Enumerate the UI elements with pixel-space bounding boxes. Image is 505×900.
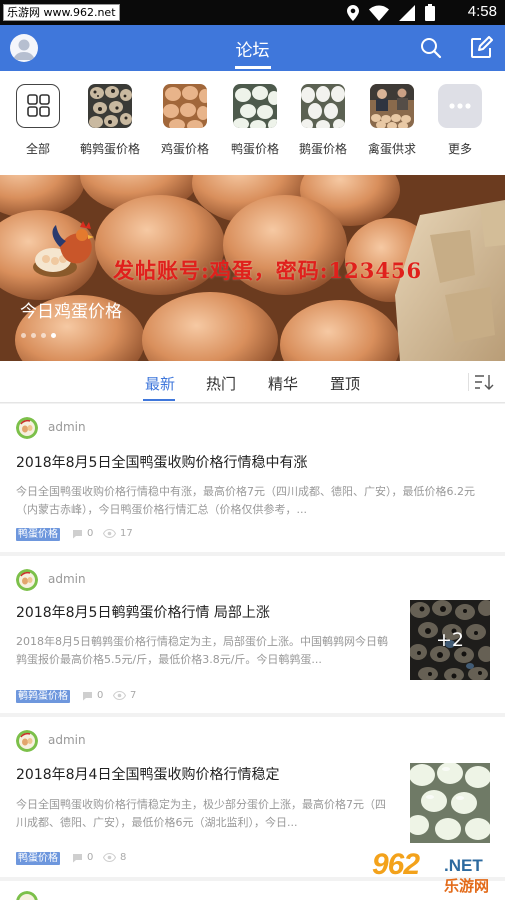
watermark-net: .NET: [444, 856, 483, 875]
eye-icon: [113, 691, 126, 700]
comment-icon: [73, 529, 82, 538]
author-name[interactable]: admin: [48, 572, 86, 586]
post-thumbnail[interactable]: +2: [410, 600, 490, 680]
poultry-market-thumb: [370, 84, 414, 128]
watermark-label: 乐游网 www.962.net: [3, 4, 120, 21]
battery-icon: [425, 4, 435, 21]
banner-carousel[interactable]: 发帖账号:鸡蛋，密码:123456 今日鸡蛋价格: [0, 175, 505, 361]
wifi-icon: [369, 5, 389, 21]
carousel-dot[interactable]: [41, 333, 46, 338]
tab-hot[interactable]: 热门: [206, 373, 236, 394]
carousel-dot[interactable]: [21, 333, 26, 338]
category-label: 全部: [25, 142, 50, 156]
sort-icon[interactable]: [473, 372, 495, 392]
comment-count: 0: [82, 690, 103, 701]
comment-icon: [73, 853, 82, 862]
post-filter-tabs: 最新 热门 精华 置顶: [0, 361, 505, 403]
goose-egg-thumb: [301, 84, 345, 128]
divider: [468, 373, 469, 391]
quail-egg-thumb: [88, 84, 132, 128]
category-label: 鸡蛋价格: [160, 142, 209, 156]
category-label: 鹌鹑蛋价格: [79, 142, 140, 156]
tab-latest[interactable]: 最新: [145, 373, 175, 394]
category-label: 禽蛋供求: [367, 142, 416, 156]
category-label: 鹅蛋价格: [298, 142, 347, 156]
view-count: 17: [103, 528, 133, 539]
post-excerpt: 2018年8月5日鹌鹑蛋价格行情稳定为主，局部蛋价上涨。中国鹌鹑网今日鹌鹑蛋报价…: [16, 635, 388, 666]
post-item[interactable]: admin 2018年8月5日全国鸭蛋收购价格行情稳中有涨 今日全国鸭蛋收购价格…: [0, 404, 505, 552]
location-icon: [347, 4, 359, 21]
post-tag[interactable]: 鸭蛋价格: [16, 528, 60, 541]
category-bar: 全部 鹌鹑蛋价格 鸡蛋价格 鸭蛋价格 鹅蛋价格 禽蛋供求 更多: [0, 71, 505, 175]
site-watermark: 962 .NET 乐游网: [372, 848, 500, 896]
watermark-brand: 962: [372, 848, 420, 881]
post-thumbnail[interactable]: [410, 763, 490, 843]
eye-icon: [103, 529, 116, 538]
category-duck-egg[interactable]: 鸭蛋价格: [222, 84, 288, 157]
post-title[interactable]: 2018年8月5日鹌鹑蛋价格行情 局部上涨: [16, 602, 270, 622]
category-poultry-market[interactable]: 禽蛋供求: [359, 84, 425, 157]
tab-featured[interactable]: 精华: [268, 373, 298, 394]
grid-icon: [16, 84, 60, 128]
category-goose-egg[interactable]: 鹅蛋价格: [290, 84, 356, 157]
status-icons: [347, 4, 435, 21]
post-excerpt: 今日全国鸭蛋收购价格行情稳定为主，极少部分蛋价上涨，最高价格7元（四川成都、德阳…: [16, 798, 386, 829]
post-tag[interactable]: 鸭蛋价格: [16, 852, 60, 865]
carousel-dot-active[interactable]: [51, 333, 56, 338]
view-count: 7: [113, 690, 136, 701]
title-underline: [235, 66, 271, 69]
post-tag[interactable]: 鹌鹑蛋价格: [16, 690, 70, 703]
active-tab-indicator: [143, 399, 175, 401]
author-avatar[interactable]: [16, 891, 38, 900]
view-count: 8: [103, 852, 126, 863]
author-avatar[interactable]: [16, 417, 38, 439]
post-item[interactable]: admin 2018年8月5日鹌鹑蛋价格行情 局部上涨 2018年8月5日鹌鹑蛋…: [0, 556, 505, 713]
clock: 4:58: [467, 3, 497, 20]
category-all[interactable]: 全部: [5, 84, 71, 157]
author-avatar[interactable]: [16, 730, 38, 752]
more-icon: [438, 84, 482, 128]
category-label: 更多: [447, 142, 472, 156]
comment-icon: [83, 691, 92, 700]
carousel-dots: [21, 333, 56, 338]
search-icon[interactable]: [419, 36, 443, 60]
signal-icon: [399, 4, 415, 21]
banner-promo-text: 发帖账号:鸡蛋，密码:123456: [113, 258, 423, 283]
comment-count: 0: [72, 852, 93, 863]
app-header: 论坛: [0, 25, 505, 71]
carousel-dot[interactable]: [31, 333, 36, 338]
duck-egg-thumb: [233, 84, 277, 128]
tab-pinned[interactable]: 置顶: [330, 373, 360, 394]
post-excerpt: 今日全国鸭蛋收购价格行情稳中有涨，最高价格7元（四川成都、德阳、广安），最低价格…: [16, 485, 475, 516]
banner-caption: 今日鸡蛋价格: [20, 302, 122, 322]
post-title[interactable]: 2018年8月5日全国鸭蛋收购价格行情稳中有涨: [16, 452, 307, 472]
eye-icon: [103, 853, 116, 862]
chicken-egg-thumb: [163, 84, 207, 128]
more-images-count: +2: [410, 600, 490, 680]
post-title[interactable]: 2018年8月4日全国鸭蛋收购价格行情稳定: [16, 764, 279, 784]
category-more[interactable]: 更多: [427, 84, 493, 157]
category-quail-egg[interactable]: 鹌鹑蛋价格: [77, 84, 143, 157]
comment-count: 0: [72, 528, 93, 539]
status-bar: 乐游网 www.962.net 4:58: [0, 0, 505, 25]
compose-icon[interactable]: [469, 36, 493, 60]
author-name[interactable]: admin: [48, 733, 86, 747]
author-name[interactable]: admin: [48, 420, 86, 434]
watermark-name: 乐游网: [444, 877, 490, 895]
category-label: 鸭蛋价格: [230, 142, 279, 156]
category-chicken-egg[interactable]: 鸡蛋价格: [152, 84, 218, 157]
author-avatar[interactable]: [16, 569, 38, 591]
